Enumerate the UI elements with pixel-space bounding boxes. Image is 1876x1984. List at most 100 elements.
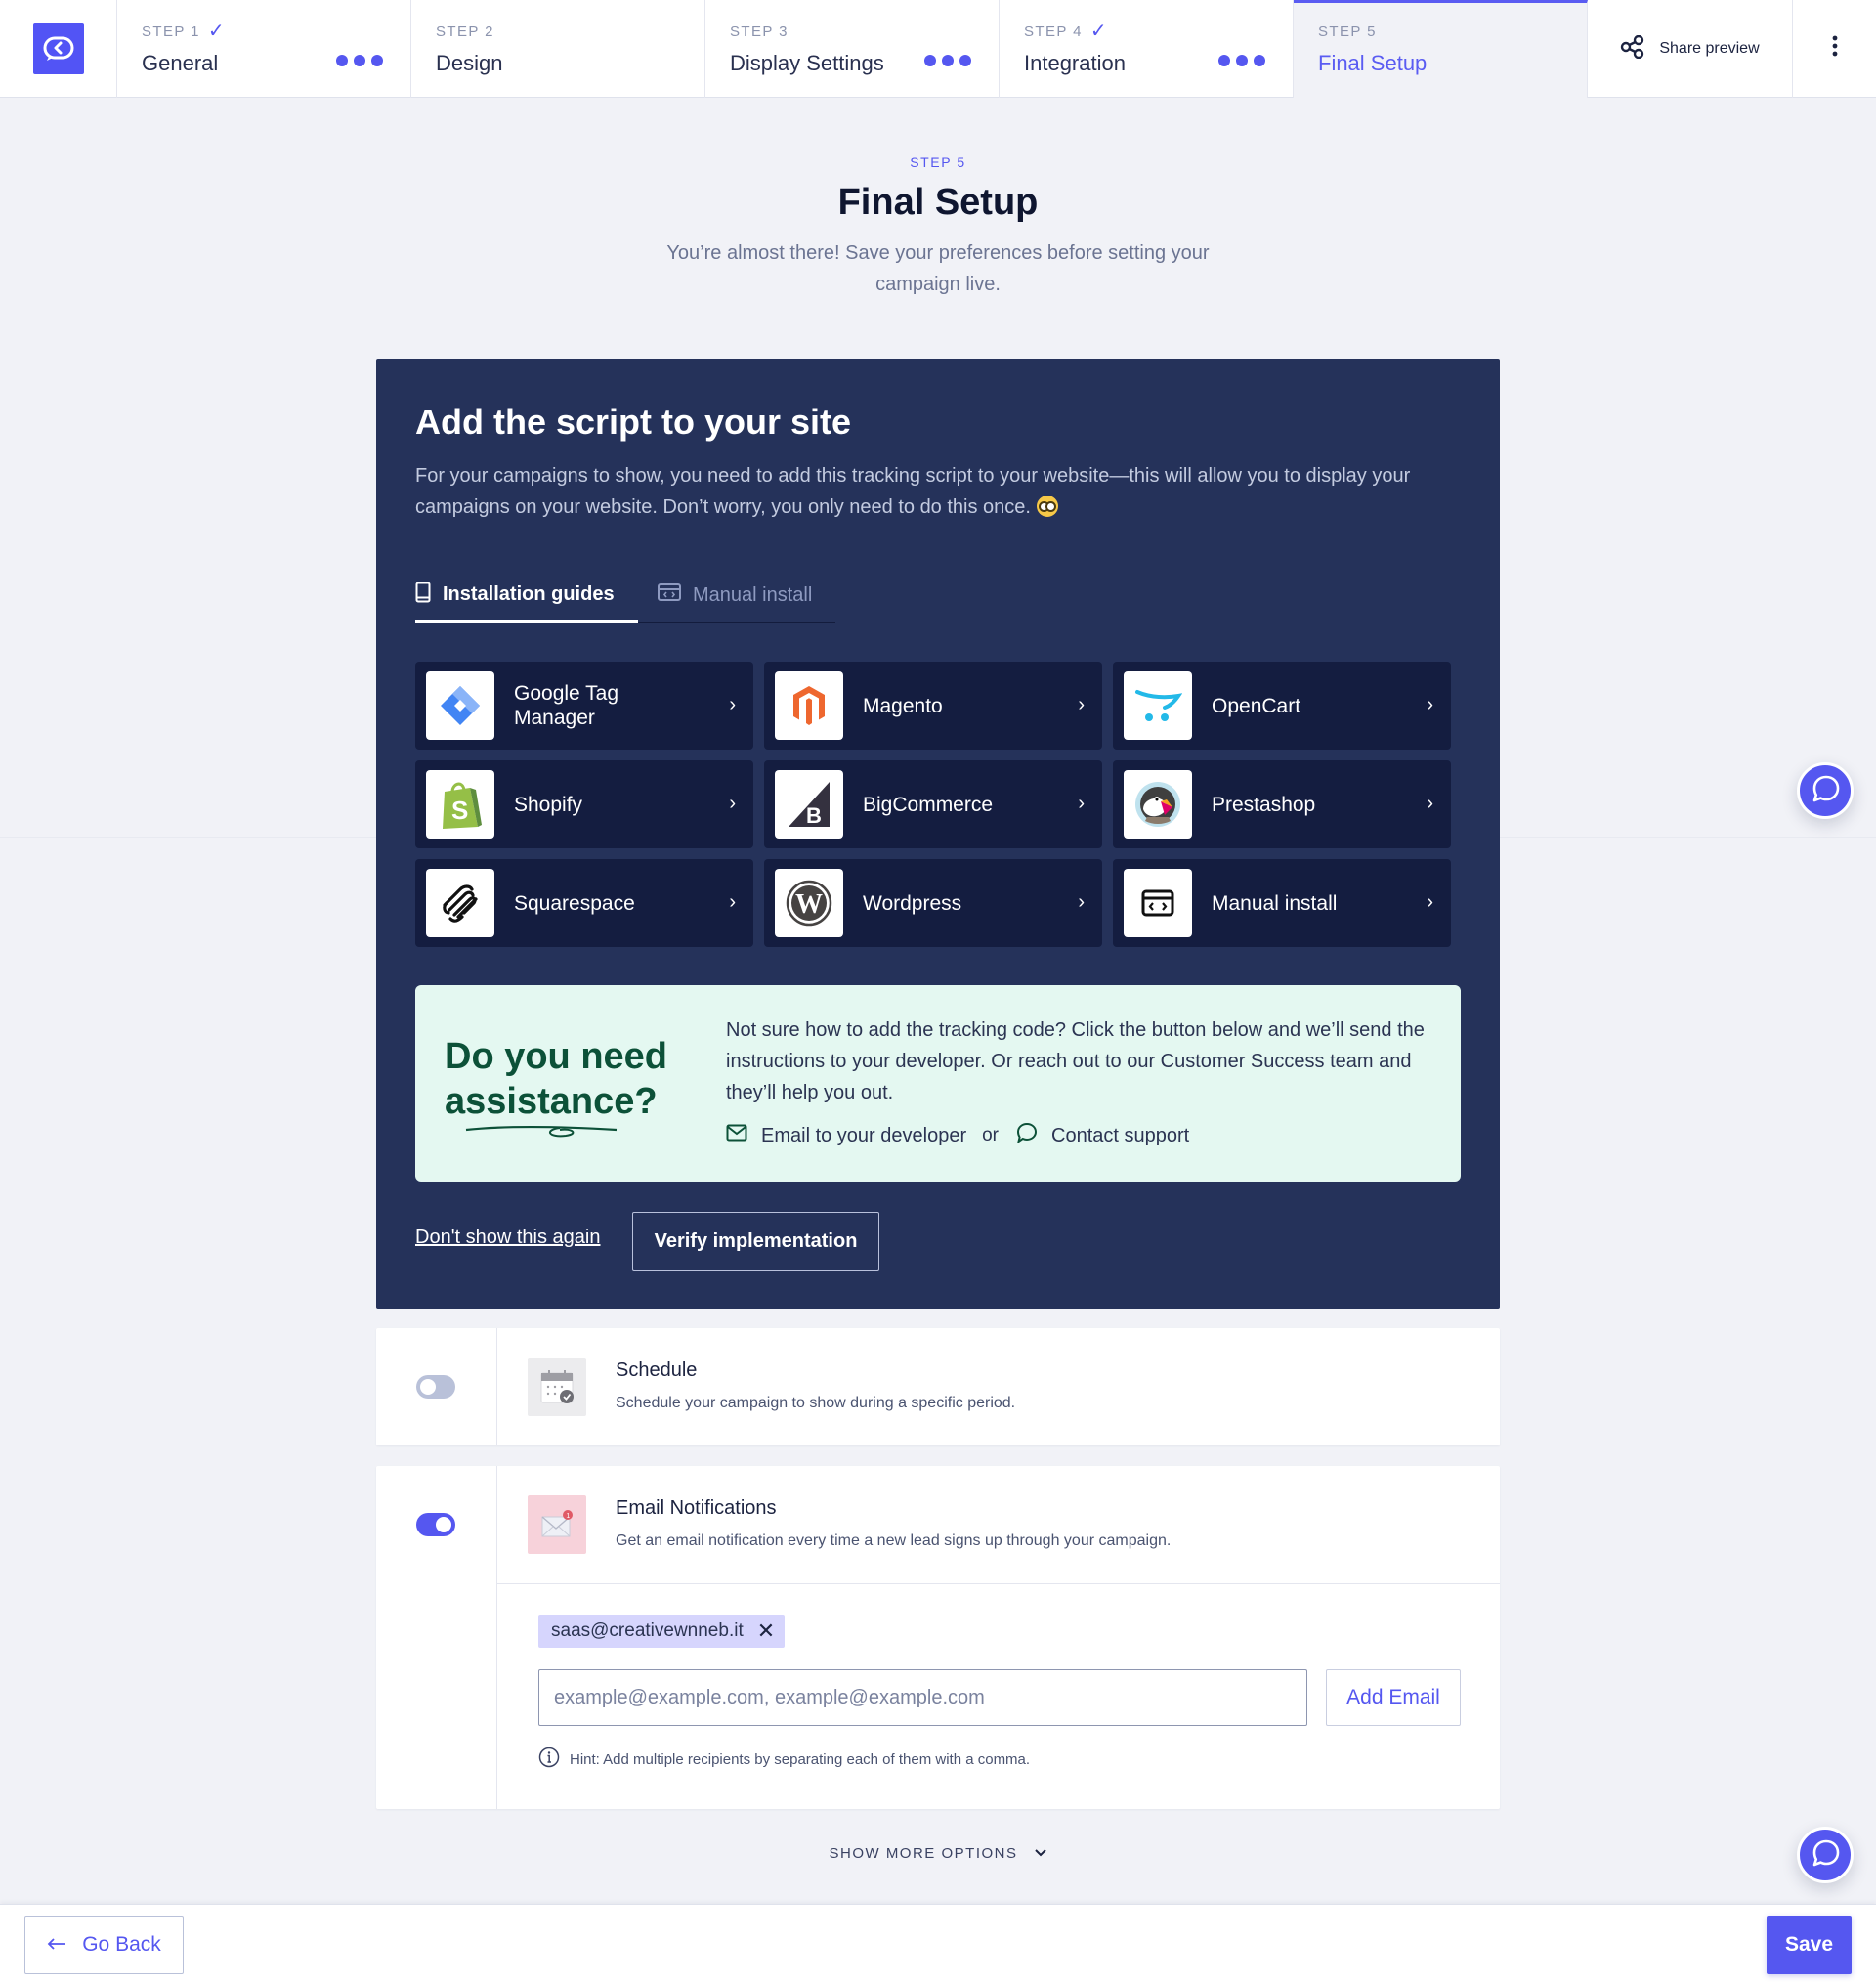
or-separator: or xyxy=(982,1125,1000,1145)
envelope-notification-icon: 1 xyxy=(528,1495,586,1554)
tab-manual-install[interactable]: Manual install xyxy=(638,570,822,621)
integration-name: Google Tag Manager xyxy=(514,682,619,729)
step-tab-general[interactable]: STEP 1 ✓ General xyxy=(117,0,411,98)
chat-bubble-icon xyxy=(1810,1837,1841,1874)
step-eyebrow: STEP 5 xyxy=(910,154,966,170)
svg-text:S: S xyxy=(451,796,468,825)
panel-title: Add the script to your site xyxy=(415,402,852,442)
integration-card-wordpress[interactable]: W Wordpress › xyxy=(764,859,1102,947)
integration-name: Manual install xyxy=(1212,891,1338,915)
more-dots-icon[interactable] xyxy=(336,55,383,66)
magento-logo-icon xyxy=(775,671,843,740)
integration-card-squarespace[interactable]: Squarespace › xyxy=(415,859,753,947)
chevron-right-icon: › xyxy=(1078,793,1085,814)
chevron-right-icon: › xyxy=(729,793,736,814)
chat-bubble-icon xyxy=(1810,773,1841,809)
hint-text: Hint: Add multiple recipients by separat… xyxy=(570,1750,1031,1768)
email-hint: Hint: Add multiple recipients by separat… xyxy=(538,1747,1030,1772)
email-notifications-description: Get an email notification every time a n… xyxy=(616,1532,1172,1549)
logo-cell[interactable] xyxy=(0,0,117,98)
card-divider xyxy=(497,1583,1500,1584)
dont-show-again-link[interactable]: Don't show this again xyxy=(415,1227,600,1249)
save-button[interactable]: Save xyxy=(1767,1916,1852,1974)
code-window-icon xyxy=(658,583,681,607)
integration-card-magento[interactable]: Magento › xyxy=(764,662,1102,750)
integration-card-manual-install[interactable]: Manual install › xyxy=(1113,859,1451,947)
top-navigation-bar: STEP 1 ✓ General STEP 2 Design STEP 3 Dis… xyxy=(0,0,1876,98)
add-email-button[interactable]: Add Email xyxy=(1326,1669,1461,1726)
kebab-menu-button[interactable] xyxy=(1793,0,1876,97)
contact-support-label: Contact support xyxy=(1051,1124,1190,1146)
go-back-button[interactable]: Go Back xyxy=(24,1916,184,1974)
back-chat-logo-icon[interactable] xyxy=(32,23,84,74)
integration-name: Magento xyxy=(863,694,943,717)
envelope-icon xyxy=(726,1124,747,1147)
integration-name: Squarespace xyxy=(514,891,635,915)
integration-name: BigCommerce xyxy=(863,793,994,816)
schedule-toggle[interactable] xyxy=(416,1375,455,1399)
integration-card-google-tag-manager[interactable]: Google Tag Manager › xyxy=(415,662,753,750)
chevron-right-icon: › xyxy=(1078,891,1085,913)
calendar-icon xyxy=(528,1358,586,1416)
verify-implementation-button[interactable]: Verify implementation xyxy=(632,1212,879,1271)
integration-name: Wordpress xyxy=(863,891,962,915)
email-notifications-card: 1 Email Notifications Get an email notif… xyxy=(376,1466,1500,1809)
chevron-right-icon: › xyxy=(1427,793,1433,814)
svg-text:1: 1 xyxy=(566,1513,570,1520)
step-tab-final-setup[interactable]: STEP 5 Final Setup xyxy=(1294,0,1588,98)
integration-name: Shopify xyxy=(514,793,583,816)
integration-card-shopify[interactable]: S Shopify › xyxy=(415,760,753,848)
tab-label: Installation guides xyxy=(443,583,615,605)
nerd-face-emoji-icon xyxy=(1036,496,1058,517)
wordpress-logo-icon: W xyxy=(775,869,843,937)
step-tab-display-settings[interactable]: STEP 3 Display Settings xyxy=(705,0,1000,98)
step-number: STEP 4 ✓ xyxy=(1024,21,1108,42)
info-icon xyxy=(538,1747,560,1772)
recipient-chip: saas@creativewnneb.it ✕ xyxy=(538,1615,786,1648)
remove-recipient-icon[interactable]: ✕ xyxy=(757,1620,775,1642)
show-more-options-button[interactable]: SHOW MORE OPTIONS xyxy=(0,1845,1876,1862)
checkmark-icon: ✓ xyxy=(207,21,226,42)
toggle-column xyxy=(376,1328,497,1445)
step-number: STEP 2 xyxy=(436,22,494,40)
step-tab-design[interactable]: STEP 2 Design xyxy=(411,0,705,98)
step-tab-integration[interactable]: STEP 4 ✓ Integration xyxy=(1000,0,1294,98)
page-subtitle: You’re almost there! Save your preferenc… xyxy=(666,242,1210,295)
bottom-action-bar: Go Back Save xyxy=(0,1904,1876,1984)
page-header: STEP 5 Final Setup You’re almost there! … xyxy=(0,154,1876,300)
contact-support-link[interactable]: Contact support xyxy=(1016,1122,1189,1149)
chevron-right-icon: › xyxy=(1427,891,1433,913)
share-preview-button[interactable]: Share preview xyxy=(1588,0,1793,98)
schedule-option-card: Schedule Schedule your campaign to show … xyxy=(376,1328,1500,1445)
integration-card-prestashop[interactable]: Prestashop › xyxy=(1113,760,1451,848)
live-chat-button[interactable] xyxy=(1797,762,1854,819)
recipient-email: saas@creativewnneb.it xyxy=(551,1620,744,1641)
integration-grid: Google Tag Manager › Magento › OpenCart … xyxy=(415,662,1461,947)
step-number: STEP 1 ✓ xyxy=(142,21,226,42)
integration-name: OpenCart xyxy=(1212,694,1301,717)
email-developer-link[interactable]: Email to your developer xyxy=(726,1124,966,1147)
assistance-text: Not sure how to add the tracking code? C… xyxy=(726,1019,1425,1103)
integration-card-opencart[interactable]: OpenCart › xyxy=(1113,662,1451,750)
svg-text:W: W xyxy=(795,889,823,920)
integration-card-bigcommerce[interactable]: B BigCommerce › xyxy=(764,760,1102,848)
more-dots-icon[interactable] xyxy=(1218,55,1265,66)
assistance-title: Do you need assistance? xyxy=(445,1036,668,1122)
email-developer-label: Email to your developer xyxy=(761,1124,967,1146)
live-chat-button[interactable] xyxy=(1797,1827,1854,1883)
step-number: STEP 3 xyxy=(730,22,789,40)
more-dots-icon[interactable] xyxy=(924,55,971,66)
arrow-left-icon xyxy=(47,1933,66,1957)
chevron-right-icon: › xyxy=(729,694,736,715)
book-icon xyxy=(415,582,431,609)
chevron-right-icon: › xyxy=(729,891,736,913)
email-notifications-toggle[interactable] xyxy=(416,1513,455,1536)
share-preview-label: Share preview xyxy=(1659,40,1760,57)
svg-text:B: B xyxy=(806,803,822,828)
tab-installation-guides[interactable]: Installation guides xyxy=(415,570,638,623)
go-back-label: Go Back xyxy=(82,1933,161,1956)
email-recipients-input[interactable] xyxy=(538,1669,1307,1726)
squarespace-logo-icon xyxy=(426,869,494,937)
add-script-panel: Add the script to your site For your cam… xyxy=(376,359,1500,1309)
checkmark-icon: ✓ xyxy=(1089,21,1108,42)
